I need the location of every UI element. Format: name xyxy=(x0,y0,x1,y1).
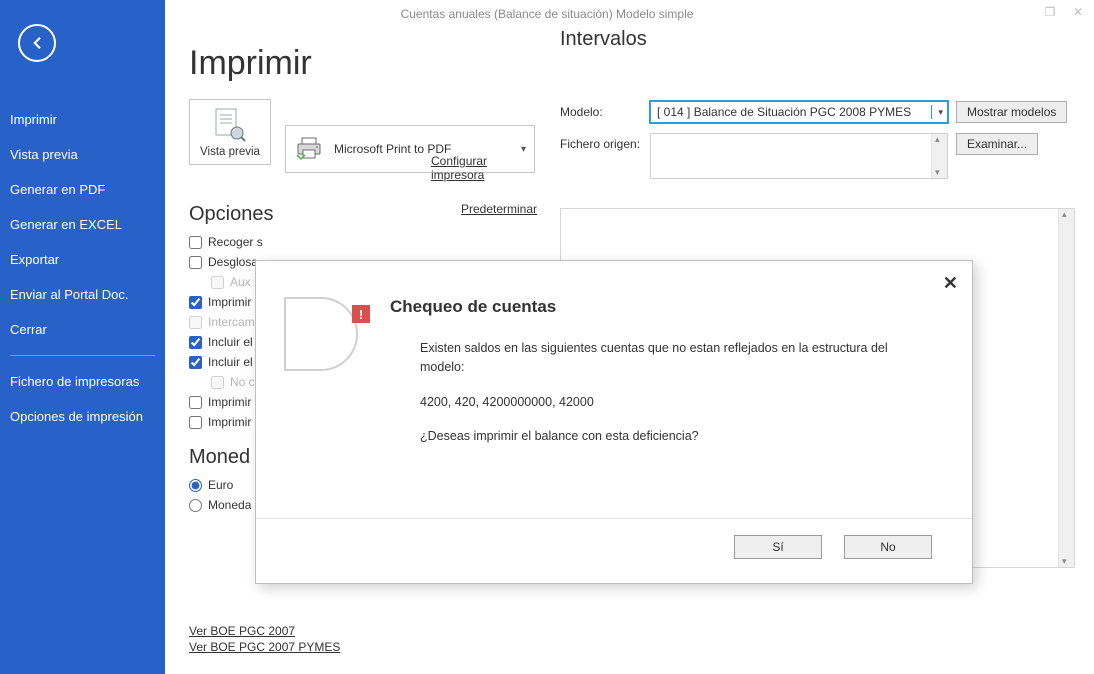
dialog-no-button[interactable]: No xyxy=(844,535,932,559)
scrollbar[interactable] xyxy=(931,134,947,178)
sidebar-item-enviar-portal[interactable]: Enviar al Portal Doc. xyxy=(0,277,165,312)
fichero-origen-label: Fichero origen: xyxy=(560,133,642,151)
arrow-left-icon xyxy=(28,34,46,52)
modelo-value: [ 014 ] Balance de Situación PGC 2008 PY… xyxy=(657,105,911,119)
document-preview-icon xyxy=(190,104,270,146)
sidebar-separator xyxy=(10,355,155,356)
back-button[interactable] xyxy=(18,24,56,62)
dialog-text: Existen saldos en las siguientes cuentas… xyxy=(390,339,944,446)
printer-icon xyxy=(296,136,324,162)
vista-previa-button[interactable]: Vista previa xyxy=(189,99,271,165)
warning-icon: ! xyxy=(352,305,370,323)
sidebar-item-fichero-impresoras[interactable]: Fichero de impresoras xyxy=(0,364,165,399)
dialog-title: Chequeo de cuentas xyxy=(390,297,944,317)
chevron-down-icon: ▾ xyxy=(931,105,943,119)
sidebar-item-generar-pdf[interactable]: Generar en PDF xyxy=(0,172,165,207)
link-boe-2007-pymes[interactable]: Ver BOE PGC 2007 PYMES xyxy=(189,640,340,654)
modelo-dropdown[interactable]: [ 014 ] Balance de Situación PGC 2008 PY… xyxy=(650,101,948,123)
window-title: Cuentas anuales (Balance de situación) M… xyxy=(401,7,694,21)
intervalos-panel: Intervalos Modelo: [ 014 ] Balance de Si… xyxy=(560,28,1070,189)
modelo-label: Modelo: xyxy=(560,101,642,119)
window-close-button[interactable]: ✕ xyxy=(1068,4,1088,20)
sidebar-item-exportar[interactable]: Exportar xyxy=(0,242,165,277)
vista-previa-label: Vista previa xyxy=(190,146,270,158)
sidebar-item-opciones-impresion[interactable]: Opciones de impresión xyxy=(0,399,165,434)
link-predeterminar[interactable]: Predeterminar xyxy=(461,202,537,216)
intervalos-heading: Intervalos xyxy=(560,28,1070,51)
sidebar: Imprimir Vista previa Generar en PDF Gen… xyxy=(0,0,165,674)
dialog-yes-button[interactable]: Sí xyxy=(734,535,822,559)
chevron-down-icon: ▾ xyxy=(521,144,526,155)
dialog-chequeo-cuentas: ✕ ! Chequeo de cuentas Existen saldos en… xyxy=(255,260,973,584)
sidebar-item-generar-excel[interactable]: Generar en EXCEL xyxy=(0,207,165,242)
sidebar-item-imprimir[interactable]: Imprimir xyxy=(0,102,165,137)
link-boe-2007[interactable]: Ver BOE PGC 2007 xyxy=(189,624,340,638)
mostrar-modelos-button[interactable]: Mostrar modelos xyxy=(956,101,1067,123)
sidebar-item-cerrar[interactable]: Cerrar xyxy=(0,312,165,347)
dialog-close-button[interactable]: ✕ xyxy=(943,273,958,294)
scrollbar[interactable] xyxy=(1058,209,1074,567)
window-restore-button[interactable]: ❐ xyxy=(1040,4,1060,20)
fichero-origen-input[interactable] xyxy=(650,133,948,179)
sidebar-item-vista-previa[interactable]: Vista previa xyxy=(0,137,165,172)
examinar-button[interactable]: Examinar... xyxy=(956,133,1038,155)
link-configurar-impresora[interactable]: Configurar impresora xyxy=(431,154,537,182)
dialog-icon: ! xyxy=(284,297,370,383)
dialog-separator xyxy=(256,518,972,519)
letter-d-icon xyxy=(284,297,358,371)
